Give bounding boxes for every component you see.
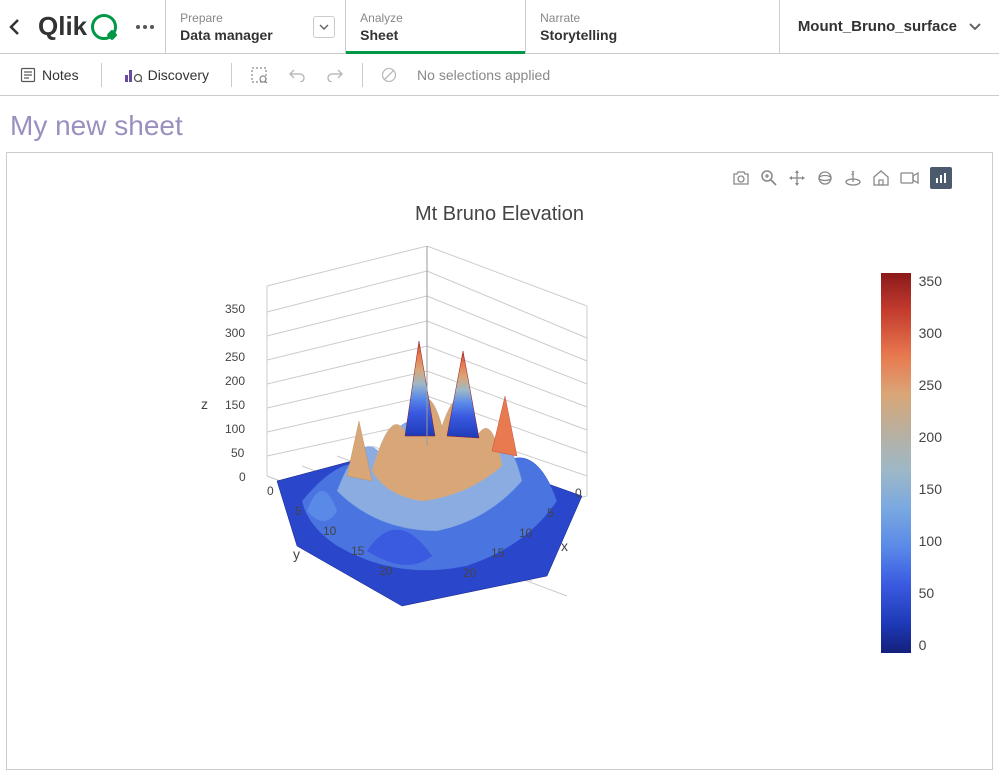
colorbar-labels: 350 300 250 200 150 100 50 0 [911, 273, 942, 653]
colorbar-tick: 0 [919, 637, 942, 653]
z-axis-label: z [201, 396, 208, 412]
z-tick: 150 [225, 398, 245, 412]
tab-analyze[interactable]: Analyze Sheet [345, 0, 525, 53]
toolbar: Notes Discovery No selections applied [0, 54, 999, 96]
y-tick: 15 [351, 544, 364, 558]
zoom-icon[interactable] [760, 169, 778, 187]
svg-text:z: z [851, 170, 855, 177]
chevron-down-icon [969, 23, 981, 30]
z-tick: 100 [225, 422, 245, 436]
y-axis-label: y [293, 546, 300, 562]
z-tick: 300 [225, 326, 245, 340]
colorbar-tick: 200 [919, 429, 942, 445]
tab-title: Storytelling [540, 27, 691, 43]
app-name-dropdown[interactable]: Mount_Bruno_surface [779, 0, 999, 53]
z-tick: 250 [225, 350, 245, 364]
colorbar-tick: 150 [919, 481, 942, 497]
pan-icon[interactable] [788, 169, 806, 187]
surface-3d-chart[interactable]: 350 300 250 200 150 100 50 0 z 0 5 10 15… [207, 246, 667, 626]
z-tick: 0 [239, 470, 246, 484]
undo-button[interactable] [282, 62, 312, 88]
separator [362, 63, 363, 87]
turntable-rotate-icon[interactable]: z [844, 169, 862, 187]
more-menu-button[interactable] [125, 0, 165, 53]
logo: Qlik [30, 0, 125, 53]
y-tick: 10 [323, 524, 336, 538]
selections-status: No selections applied [417, 67, 550, 83]
app-header: Qlik Prepare Data manager Analyze Sheet … [0, 0, 999, 54]
separator [101, 63, 102, 87]
z-tick: 50 [231, 446, 244, 460]
camera-icon[interactable] [732, 170, 750, 186]
nav-tabs: Prepare Data manager Analyze Sheet Narra… [165, 0, 779, 53]
chart-title: Mt Bruno Elevation [27, 203, 972, 226]
separator [231, 63, 232, 87]
colorbar-tick: 300 [919, 325, 942, 341]
video-camera-icon[interactable] [900, 171, 920, 185]
tab-title: Data manager [180, 27, 331, 43]
x-axis-label: x [561, 538, 568, 554]
x-tick: 0 [575, 486, 582, 500]
back-button[interactable] [0, 0, 30, 53]
notes-icon [20, 67, 36, 83]
logo-text: Qlik [38, 11, 87, 42]
tab-narrate[interactable]: Narrate Storytelling [525, 0, 705, 53]
discovery-button[interactable]: Discovery [114, 61, 219, 89]
discovery-icon [124, 67, 142, 83]
x-tick: 5 [547, 506, 554, 520]
chart-modebar: z [732, 167, 952, 189]
x-tick: 15 [491, 546, 504, 560]
y-tick: 0 [267, 484, 274, 498]
x-tick: 10 [519, 526, 532, 540]
z-tick: 350 [225, 302, 245, 316]
discovery-label: Discovery [148, 67, 209, 83]
colorbar-tick: 50 [919, 585, 942, 601]
notes-button[interactable]: Notes [10, 61, 89, 89]
logo-mark-icon [91, 14, 117, 40]
colorbar-tick: 350 [919, 273, 942, 289]
chevron-down-icon[interactable] [313, 16, 335, 38]
tab-prepare[interactable]: Prepare Data manager [165, 0, 345, 53]
sheet-title: My new sheet [0, 96, 999, 152]
z-tick: 200 [225, 374, 245, 388]
tab-label: Narrate [540, 11, 691, 25]
y-tick: 5 [295, 504, 302, 518]
home-icon[interactable] [872, 170, 890, 186]
plotly-logo-icon[interactable] [930, 167, 952, 189]
clear-selections-button[interactable] [375, 61, 403, 89]
redo-button[interactable] [320, 62, 350, 88]
tab-title: Sheet [360, 27, 511, 43]
selection-tool-button[interactable] [244, 60, 274, 90]
colorbar-tick: 250 [919, 377, 942, 393]
app-name-text: Mount_Bruno_surface [798, 18, 957, 35]
colorbar-tick: 100 [919, 533, 942, 549]
y-tick: 20 [379, 564, 392, 578]
colorbar-gradient [881, 273, 911, 653]
colorbar: 350 300 250 200 150 100 50 0 [881, 273, 942, 653]
sheet-canvas: z Mt Bruno Elevation [6, 152, 993, 770]
x-tick: 20 [463, 566, 476, 580]
tab-label: Analyze [360, 11, 511, 25]
notes-label: Notes [42, 67, 79, 83]
tab-label: Prepare [180, 11, 331, 25]
orbit-rotate-icon[interactable] [816, 169, 834, 187]
